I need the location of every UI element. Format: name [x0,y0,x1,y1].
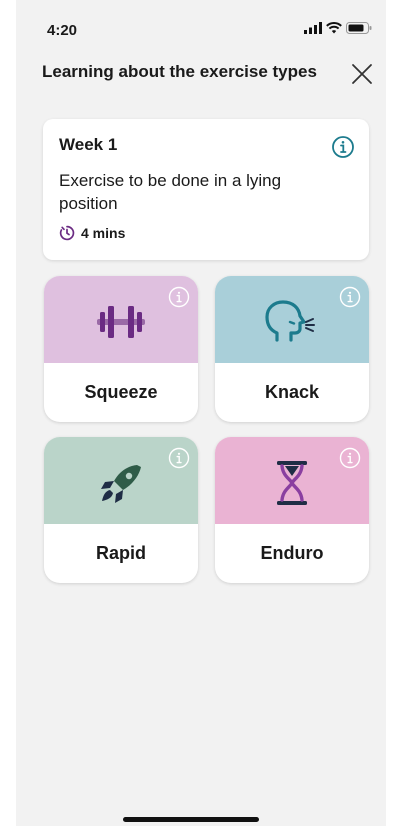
info-icon[interactable] [168,286,190,308]
info-icon[interactable] [339,447,361,469]
status-time: 4:20 [47,22,78,39]
cough-face-icon [265,300,315,342]
header: Learning about the exercise types [16,56,386,92]
hourglass-icon [277,461,307,505]
info-icon[interactable] [168,447,190,469]
duration-text: 4 mins [81,225,126,241]
week-description: Exercise to be done in a lying position [59,171,282,213]
status-bar: 4:20 [16,0,386,56]
home-indicator[interactable] [123,817,259,822]
info-icon[interactable] [331,135,355,159]
dumbbell-icon [97,306,145,338]
tile-header-knack [215,276,369,363]
info-icon[interactable] [339,286,361,308]
tile-header-rapid [44,437,198,524]
week-title: Week 1 [59,135,118,154]
app-screen: 4:20 Learning about the exercise types W… [16,0,386,826]
tile-label: Enduro [260,543,324,563]
page-title: Learning about the exercise types [42,62,317,81]
signal-icon [304,22,322,34]
exercise-tile-squeeze[interactable]: Squeeze [44,276,198,422]
wifi-icon [326,22,342,34]
tile-label: Knack [264,382,320,402]
duration-row: 4 mins [59,225,125,241]
status-icons [304,22,372,34]
rocket-icon [101,465,141,503]
week-card: Week 1 Exercise to be done in a lying po… [43,119,369,260]
tile-label: Rapid [95,543,146,563]
exercise-tile-rapid[interactable]: Rapid [44,437,198,583]
close-button[interactable] [346,58,378,90]
battery-icon [346,22,372,34]
close-icon [352,64,372,84]
timer-icon [59,225,75,241]
exercise-tile-knack[interactable]: Knack [215,276,369,422]
tile-label: Squeeze [84,382,158,402]
tile-header-enduro [215,437,369,524]
tile-header-squeeze [44,276,198,363]
exercise-tile-enduro[interactable]: Enduro [215,437,369,583]
